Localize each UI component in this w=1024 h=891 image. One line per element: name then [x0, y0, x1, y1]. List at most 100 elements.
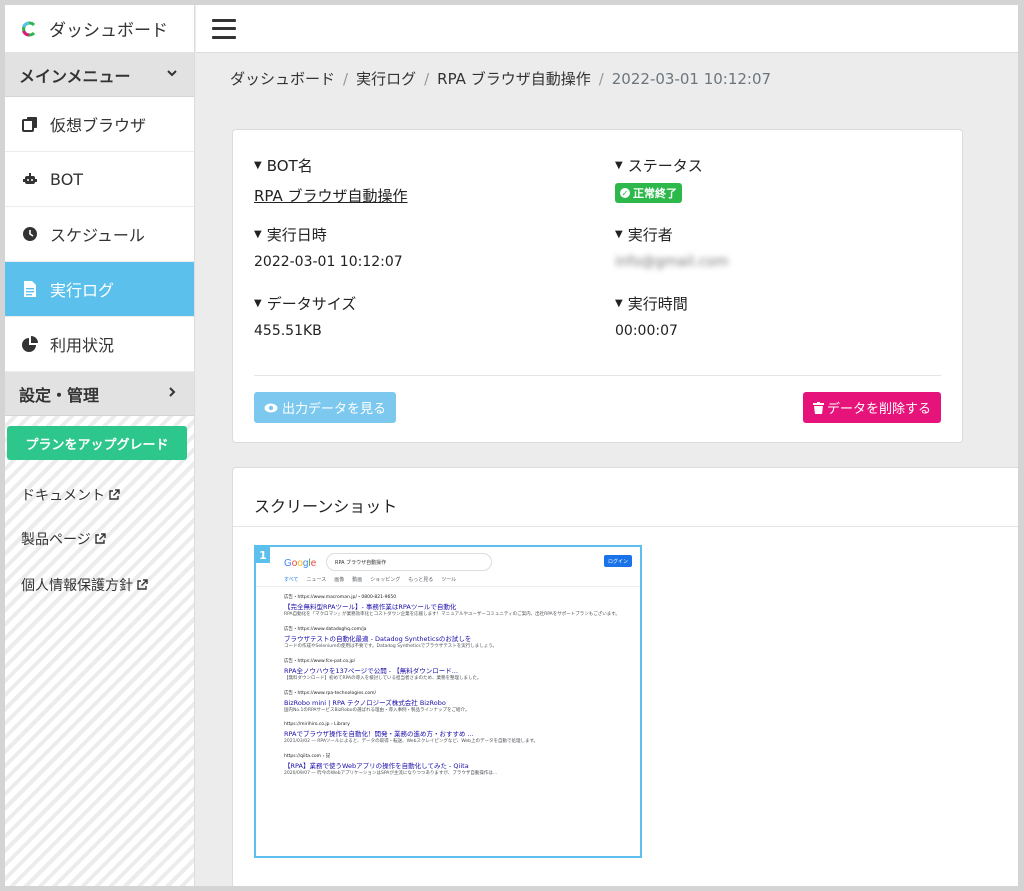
result-url: 広告・https://www.datadoghq.com/ja	[284, 627, 367, 632]
result-url: 広告・https://www.macroman.jp/・0800-821-965…	[284, 595, 397, 600]
external-link-icon	[95, 533, 106, 544]
duration-value: 00:00:07	[615, 323, 678, 339]
chevron-right-icon	[166, 386, 178, 402]
brand-label: ダッシュボード	[49, 21, 168, 41]
clock-icon	[21, 226, 38, 243]
result-snippet: 【無料ダウンロード】初めてRPAの導入を検討している担当者さまのため、業務を整理…	[284, 676, 482, 681]
google-tab: ショッピング	[370, 577, 401, 583]
settings-menu-toggle[interactable]: 設定・管理	[5, 372, 194, 416]
result-url: https://qiita.com › 記	[284, 754, 331, 759]
result-snippet: 2021/03/02 — RPAツールによると、データの取得・転送、Webスクレ…	[284, 739, 539, 744]
delete-data-label: データを削除する	[826, 402, 931, 417]
execution-date-label: 実行日時	[266, 226, 327, 244]
sidebar-item-execution-log[interactable]: 実行ログ	[5, 262, 194, 317]
google-tab: ツール	[441, 577, 457, 583]
sidebar: ダッシュボード メインメニュー 仮想ブラウザ BOT スケジュール 実行ログ 利…	[5, 5, 195, 886]
bot-name-field: ▼ BOT名 RPA ブラウザ自動操作	[254, 155, 408, 206]
sidebar-item-virtual-browser[interactable]: 仮想ブラウザ	[5, 97, 194, 152]
upgrade-plan-button[interactable]: プランをアップグレード	[7, 426, 187, 460]
breadcrumb-bot[interactable]: RPA ブラウザ自動操作	[437, 68, 591, 89]
settings-menu-label: 設定・管理	[19, 385, 100, 405]
breadcrumb-separator: /	[424, 69, 430, 88]
google-tabs: すべて ニュース 画像 動画 ショッピング もっと見る ツール	[284, 576, 456, 583]
trash-icon	[812, 401, 824, 414]
file-icon	[21, 281, 38, 298]
screenshot-thumbnail[interactable]: 1 Google RPA ブラウザ自動操作 ログイン すべて ニュース 画像 動…	[254, 545, 642, 858]
view-output-data-button[interactable]: 出力データを見る	[254, 392, 396, 423]
status-badge-text: 正常終了	[633, 187, 677, 200]
product-page-link[interactable]: 製品ページ	[21, 529, 106, 549]
google-result: 広告・https://www.fce-pat.co.jp/ RPA全ノウハウを1…	[284, 658, 624, 682]
duration-label: 実行時間	[627, 295, 688, 313]
executor-field: ▼ 実行者 info@gmail.com	[615, 224, 729, 270]
delete-data-button[interactable]: データを削除する	[803, 392, 941, 423]
result-title: 【RPA】業務で使うWebアプリの操作を自動化してみた - Qiita	[284, 762, 469, 770]
caret-down-icon: ▼	[615, 160, 623, 171]
result-title: ブラウザテストの自動化最適 - Datadog Syntheticsのお試しを	[284, 635, 472, 643]
privacy-policy-link[interactable]: 個人情報保護方針	[21, 575, 148, 595]
status-label: ステータス	[627, 157, 703, 175]
breadcrumb-current: 2022-03-01 10:12:07	[611, 69, 772, 88]
result-snippet: コードの作成やSeleniumの使用は不要です。Datadog Syntheti…	[284, 644, 497, 649]
caret-down-icon: ▼	[615, 229, 623, 240]
documentation-link[interactable]: ドキュメント	[21, 485, 120, 505]
result-url: 広告・https://www.rpa-technologies.com/	[284, 691, 377, 696]
status-field: ▼ ステータス ✓ 正常終了	[615, 155, 703, 203]
sidebar-brand-dashboard[interactable]: ダッシュボード	[5, 5, 194, 53]
external-link-icon	[109, 489, 120, 500]
breadcrumb-execution-log[interactable]: 実行ログ	[356, 68, 416, 89]
topbar	[196, 5, 1018, 53]
result-snippet: 国内No.1のRPAサービスBizRoboの選ばれる理由・導入事例・製品ラインナ…	[284, 708, 470, 713]
sidebar-item-usage[interactable]: 利用状況	[5, 317, 194, 372]
google-tab: すべて	[284, 577, 299, 583]
bot-name-label: BOT名	[266, 157, 313, 175]
app-window: ダッシュボード メインメニュー 仮想ブラウザ BOT スケジュール 実行ログ 利…	[5, 5, 1018, 886]
pie-chart-icon	[21, 336, 38, 353]
sidebar-item-label: BOT	[50, 169, 84, 189]
view-output-data-label: 出力データを見る	[281, 402, 386, 417]
divider	[233, 526, 1018, 527]
sidebar-item-bot[interactable]: BOT	[5, 152, 194, 207]
documentation-link-label: ドキュメント	[21, 488, 105, 504]
result-url: https://mirihiro.co.jp › Library	[284, 722, 350, 727]
main-menu-toggle[interactable]: メインメニュー	[5, 53, 194, 97]
google-search-box: RPA ブラウザ自動操作	[326, 553, 492, 571]
google-tab: もっと見る	[408, 577, 434, 583]
caret-down-icon: ▼	[615, 298, 623, 309]
google-result: 広告・https://www.datadoghq.com/ja ブラウザテストの…	[284, 626, 624, 650]
breadcrumb-separator: /	[598, 69, 604, 88]
google-results: 広告・https://www.macroman.jp/・0800-821-965…	[284, 594, 624, 785]
eye-icon	[264, 403, 278, 412]
google-tab: ニュース	[306, 577, 327, 583]
google-login-button: ログイン	[604, 555, 632, 567]
google-logo: Google	[284, 558, 317, 569]
google-result: https://qiita.com › 記 【RPA】業務で使うWebアプリの操…	[284, 753, 624, 777]
check-circle-icon: ✓	[620, 188, 630, 198]
google-tab: 画像	[334, 577, 345, 583]
bot-name-link[interactable]: RPA ブラウザ自動操作	[254, 185, 408, 206]
executor-label: 実行者	[627, 226, 673, 244]
hamburger-menu-icon[interactable]	[212, 18, 236, 39]
sidebar-item-schedule[interactable]: スケジュール	[5, 207, 194, 262]
execution-details-card: ▼ BOT名 RPA ブラウザ自動操作 ▼ ステータス ✓ 正常終了 ▼ 実行日時 20…	[232, 129, 963, 443]
data-size-field: ▼ データサイズ 455.51KB	[254, 293, 356, 339]
external-link-icon	[137, 579, 148, 590]
screenshot-card: スクリーンショット 1 Google RPA ブラウザ自動操作 ログイン すべて…	[232, 467, 1018, 886]
divider	[254, 375, 941, 376]
result-title: RPAでブラウザ操作を自動化！開発・業務の進め方・おすすめ ...	[284, 730, 474, 738]
data-size-label: データサイズ	[266, 295, 357, 313]
duration-field: ▼ 実行時間 00:00:07	[615, 293, 688, 339]
google-result: 広告・https://www.macroman.jp/・0800-821-965…	[284, 594, 624, 618]
result-url: 広告・https://www.fce-pat.co.jp/	[284, 659, 356, 664]
breadcrumb-dashboard[interactable]: ダッシュボード	[230, 68, 335, 89]
copy-icon	[21, 116, 38, 133]
google-search-query: RPA ブラウザ自動操作	[335, 559, 387, 566]
privacy-policy-link-label: 個人情報保護方針	[21, 578, 133, 594]
caret-down-icon: ▼	[254, 160, 262, 171]
chevron-down-icon	[166, 67, 178, 83]
breadcrumb: ダッシュボード / 実行ログ / RPA ブラウザ自動操作 / 2022-03-…	[230, 68, 771, 89]
caret-down-icon: ▼	[254, 229, 262, 240]
screenshot-section-title: スクリーンショット	[254, 497, 398, 516]
result-snippet: 2020/09/07 — 昨今のWebアプリケーションはSPAが主流になりつつあ…	[284, 771, 498, 776]
divider	[256, 586, 640, 587]
